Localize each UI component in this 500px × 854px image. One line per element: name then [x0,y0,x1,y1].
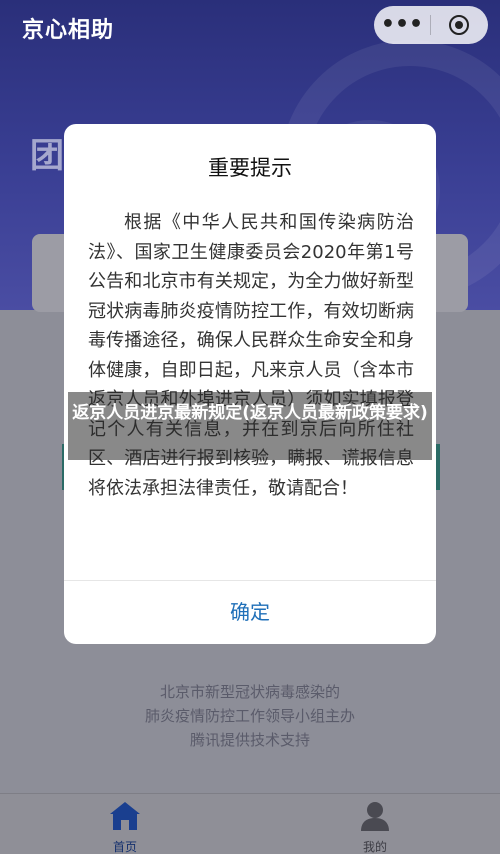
confirm-button[interactable]: 确定 [64,581,436,644]
watermark-banner: 返京人员进京最新规定(返京人员最新政策要求) [68,392,432,460]
dialog-title: 重要提示 [208,156,292,180]
notice-dialog: 重要提示 根据《中华人民共和国传染病防治法》、国家卫生健康委员会2020年第1号… [64,124,436,644]
